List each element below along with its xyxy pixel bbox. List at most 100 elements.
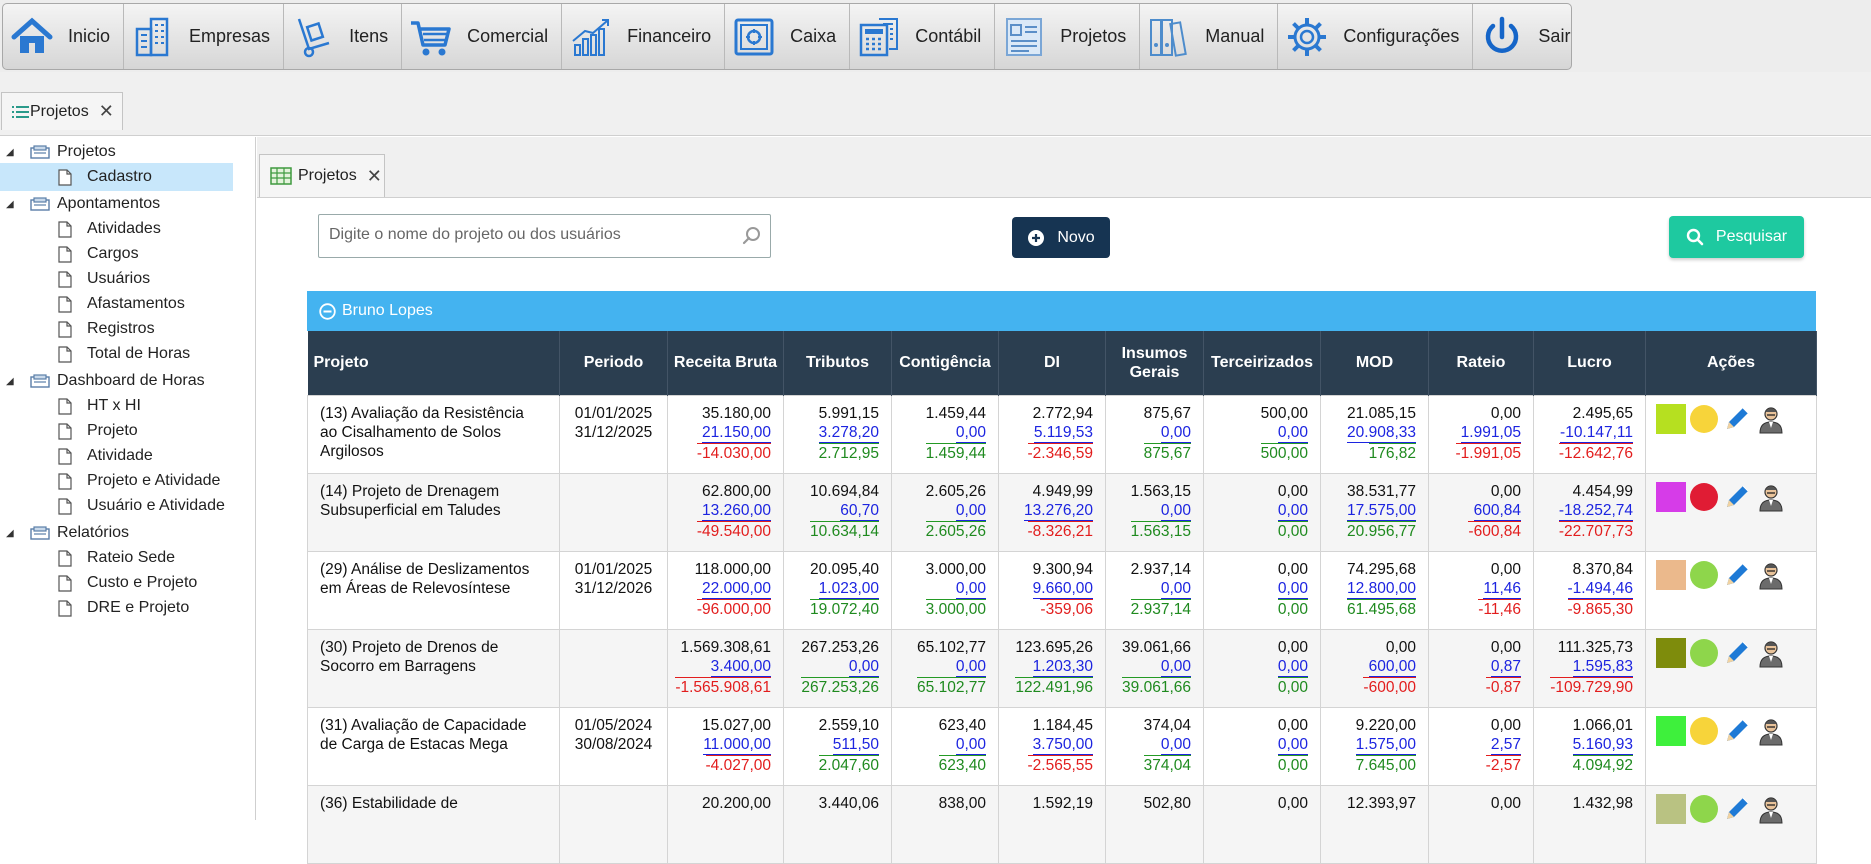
value-actual: 13.260,00 (702, 501, 771, 521)
value-difference: -8.326,21 (1027, 520, 1093, 540)
pencil-icon[interactable] (1722, 716, 1752, 746)
tree-item[interactable]: Afastamentos (0, 290, 255, 318)
document-icon (58, 320, 72, 338)
col-mod[interactable]: MOD (1320, 331, 1429, 395)
pesquisar-button[interactable]: Pesquisar (1669, 216, 1804, 258)
project-color-swatch[interactable] (1656, 403, 1686, 434)
user-manager-icon[interactable] (1756, 482, 1786, 512)
menu-comercial[interactable]: Comercial (402, 4, 563, 69)
tree-item[interactable]: Usuário e Atividade (0, 492, 255, 520)
project-color-swatch[interactable] (1656, 715, 1686, 746)
tree-item-label: Custo e Projeto (87, 574, 198, 591)
menu-contabil[interactable]: Contábil (850, 4, 996, 69)
cell-receita: 15.027,00 11.000,00 -4.027,00 (667, 706, 784, 786)
table-row[interactable]: (30) Projeto de Drenos de Socorro em Barr… (307, 628, 1817, 708)
value-actual: 1.595,83 (1572, 657, 1633, 677)
value-budget: 15.027,00 (702, 716, 771, 734)
tree-item[interactable]: Total de Horas (0, 340, 255, 368)
tree-group-relatorios[interactable]: ◢ Relatórios (0, 519, 255, 547)
tree-item[interactable]: Atividades (0, 215, 255, 243)
col-receita[interactable]: Receita Bruta (667, 331, 784, 395)
table-row[interactable]: (13) Avaliação da Resistência ao Cisalham… (307, 394, 1817, 474)
menu-financeiro[interactable]: Financeiro (562, 4, 726, 69)
tree-group-dashboard[interactable]: ◢ Dashboard de Horas (0, 367, 255, 395)
search-input[interactable] (329, 215, 729, 255)
menu-inicio[interactable]: Inicio (3, 4, 125, 69)
close-icon[interactable]: ✕ (99, 101, 114, 122)
menu-configuracoes[interactable]: Configurações (1278, 4, 1474, 69)
pencil-icon[interactable] (1722, 560, 1752, 590)
expand-arrow-icon[interactable]: ◢ (6, 199, 14, 210)
col-contigencia[interactable]: Contigência (891, 331, 999, 395)
expand-arrow-icon[interactable]: ◢ (6, 147, 14, 158)
col-terceirizados[interactable]: Terceirizados (1203, 331, 1321, 395)
col-periodo[interactable]: Periodo (559, 331, 668, 395)
tree-item[interactable]: Projeto e Atividade (0, 467, 255, 495)
tree-group-projetos[interactable]: ◢ Projetos (0, 138, 255, 166)
project-color-swatch[interactable] (1656, 481, 1686, 512)
value-budget: 0,00 (1490, 638, 1521, 656)
status-dot[interactable] (1690, 716, 1718, 745)
group-header[interactable]: Bruno Lopes (307, 291, 1816, 331)
tree-item[interactable]: HT x HI (0, 392, 255, 420)
status-dot[interactable] (1690, 560, 1718, 589)
status-dot[interactable] (1690, 794, 1718, 823)
table-row[interactable]: (36) Estabilidade de 20.200,00 3.440,06 838… (307, 784, 1817, 864)
value-difference: -22.707,73 (1558, 520, 1633, 540)
collapse-icon[interactable] (319, 302, 336, 320)
project-color-swatch[interactable] (1656, 637, 1686, 668)
tree-item[interactable]: Custo e Projeto (0, 569, 255, 597)
col-lucro[interactable]: Lucro (1533, 331, 1646, 395)
tree-item[interactable]: Cadastro (0, 163, 255, 191)
user-manager-icon[interactable] (1756, 638, 1786, 668)
tree-item[interactable]: DRE e Projeto (0, 594, 255, 622)
tree-item[interactable]: Atividade (0, 442, 255, 470)
pencil-icon[interactable] (1722, 482, 1752, 512)
tree-item[interactable]: Projeto (0, 417, 255, 445)
table-row[interactable]: (31) Avaliação de Capacidade de Carga de … (307, 706, 1817, 786)
pencil-icon[interactable] (1722, 794, 1752, 824)
close-icon[interactable]: ✕ (367, 166, 382, 187)
menu-manual[interactable]: Manual (1140, 4, 1279, 69)
col-di[interactable]: DI (998, 331, 1106, 395)
cell-acoes (1645, 472, 1817, 552)
tree-group-apontamentos[interactable]: ◢ Apontamentos (0, 190, 255, 218)
user-manager-icon[interactable] (1756, 716, 1786, 746)
cell-projeto: (13) Avaliação da Resistência ao Cisalham… (307, 394, 560, 474)
menu-itens[interactable]: Itens (284, 4, 403, 69)
table-row[interactable]: (29) Análise de Deslizamentos em Áreas de… (307, 550, 1817, 630)
project-color-swatch[interactable] (1656, 559, 1686, 590)
tree-item[interactable]: Usuários (0, 265, 255, 293)
pencil-icon[interactable] (1722, 638, 1752, 668)
table-row[interactable]: (14) Projeto de Drenagem Subsuperficial e… (307, 472, 1817, 552)
user-manager-icon[interactable] (1756, 560, 1786, 590)
search-icon[interactable] (742, 226, 762, 246)
col-tributos[interactable]: Tributos (783, 331, 892, 395)
expand-arrow-icon[interactable]: ◢ (6, 376, 14, 387)
col-projeto[interactable]: Projeto (307, 331, 560, 395)
expand-arrow-icon[interactable]: ◢ (6, 528, 14, 539)
menu-sair[interactable]: Sair (1473, 4, 1583, 69)
tree-item[interactable]: Rateio Sede (0, 544, 255, 572)
menu-projetos[interactable]: Projetos (995, 4, 1141, 69)
user-manager-icon[interactable] (1756, 404, 1786, 434)
col-rateio[interactable]: Rateio (1428, 331, 1534, 395)
menu-empresas[interactable]: Empresas (124, 4, 285, 69)
tree-item-label: Afastamentos (87, 295, 185, 312)
project-color-swatch[interactable] (1656, 793, 1686, 824)
status-dot[interactable] (1690, 482, 1718, 511)
col-insumos[interactable]: Insumos Gerais (1105, 331, 1204, 395)
value-difference: 2.712,95 (818, 442, 879, 462)
tab-projetos[interactable]: Projetos ✕ (1, 92, 123, 130)
user-manager-icon[interactable] (1756, 794, 1786, 824)
tree-item[interactable]: Registros (0, 315, 255, 343)
cell-acoes (1645, 784, 1817, 864)
pencil-icon[interactable] (1722, 404, 1752, 434)
tree-item[interactable]: Cargos (0, 240, 255, 268)
tab-projetos-grid[interactable]: Projetos ✕ (259, 154, 385, 197)
status-dot[interactable] (1690, 638, 1718, 667)
status-dot[interactable] (1690, 404, 1718, 433)
cell-rateio: 0,00 0,87 -0,87 (1428, 628, 1534, 708)
menu-caixa[interactable]: Caixa (725, 4, 851, 69)
novo-button[interactable]: Novo (1012, 217, 1110, 258)
